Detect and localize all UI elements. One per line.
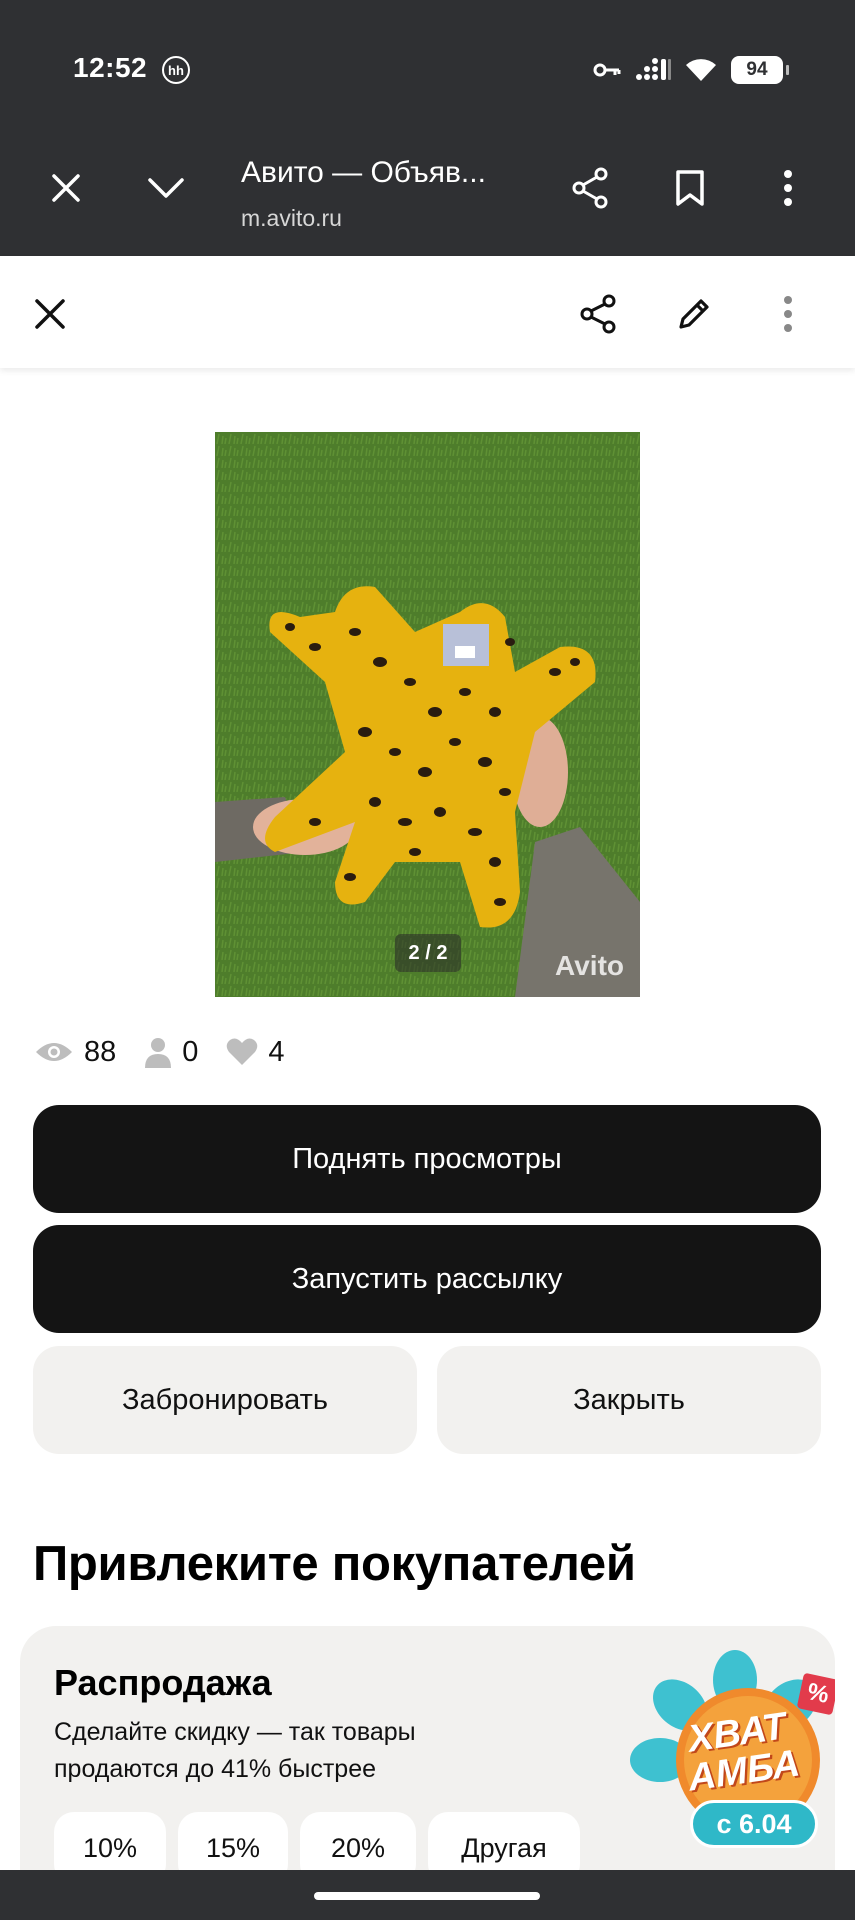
browser-chrome: 12:52 hh 94 Авито — Объяв... m.avito.ru	[0, 0, 855, 256]
chevron-down-icon	[148, 178, 184, 198]
contacts-stat: 0	[144, 1036, 198, 1069]
page-title: Авито — Объяв...	[241, 156, 486, 189]
share-listing-button[interactable]	[576, 292, 620, 336]
eye-icon	[36, 1043, 72, 1061]
system-nav-bar	[0, 1870, 855, 1920]
edit-listing-button[interactable]	[672, 292, 716, 336]
close-icon	[52, 174, 80, 202]
bookmark-icon	[676, 170, 704, 206]
wifi-icon	[686, 59, 716, 81]
contacts-count: 0	[182, 1035, 199, 1068]
reserve-button[interactable]: Забронировать	[33, 1346, 417, 1454]
bookmark-button[interactable]	[666, 164, 714, 212]
start-mailing-button[interactable]: Запустить рассылку	[33, 1225, 821, 1333]
raise-views-button[interactable]: Поднять просмотры	[33, 1105, 821, 1213]
share-icon	[580, 294, 616, 334]
screen: 12:52 hh 94 Авито — Объяв... m.avito.ru	[0, 0, 855, 1920]
promo-title: Распродажа	[54, 1662, 272, 1703]
listing-stats: 88 0 4	[34, 1030, 313, 1074]
leopard-toy-image	[215, 432, 640, 997]
key-icon	[593, 63, 621, 77]
listing-menu-button[interactable]	[766, 292, 810, 336]
signal-icon	[636, 58, 671, 80]
favorites-stat: 4	[226, 1035, 285, 1069]
pencil-icon	[679, 299, 709, 329]
close-listing-action-button[interactable]: Закрыть	[437, 1346, 821, 1454]
favorites-count: 4	[268, 1035, 285, 1068]
percent-tag: %	[796, 1672, 835, 1716]
close-listing-button[interactable]	[28, 292, 72, 336]
avito-watermark: Avito	[555, 950, 624, 981]
listing-photo[interactable]: 2 / 2 Avito	[215, 432, 640, 997]
browser-menu-button[interactable]	[764, 164, 812, 212]
views-stat: 88	[34, 1036, 116, 1069]
heart-icon	[227, 1038, 258, 1065]
promo-description: Сделайте скидку — так товары продаются д…	[54, 1718, 416, 1783]
share-icon	[572, 167, 608, 209]
battery-icon: 94	[731, 56, 789, 84]
status-time: 12:52	[73, 52, 148, 83]
section-title: Привлеките покупателей	[33, 1537, 636, 1591]
badge-date: с 6.04	[690, 1800, 818, 1848]
more-vertical-icon	[784, 296, 792, 332]
minimize-button[interactable]	[142, 164, 190, 212]
more-vertical-icon	[784, 170, 792, 206]
home-gesture-handle[interactable]	[314, 1892, 540, 1900]
sale-badge: % ХВАТ АМБА с 6.04	[630, 1650, 835, 1850]
browser-share-button[interactable]	[566, 164, 614, 212]
photo-counter: 2 / 2	[395, 934, 461, 972]
close-tab-button[interactable]	[42, 164, 90, 212]
page-url: m.avito.ru	[241, 205, 342, 231]
status-icons: 94	[593, 52, 789, 88]
views-count: 88	[84, 1035, 117, 1068]
person-icon	[145, 1038, 172, 1068]
listing-header	[0, 256, 855, 368]
close-icon	[35, 299, 65, 329]
hh-notification-icon: hh	[162, 56, 190, 84]
